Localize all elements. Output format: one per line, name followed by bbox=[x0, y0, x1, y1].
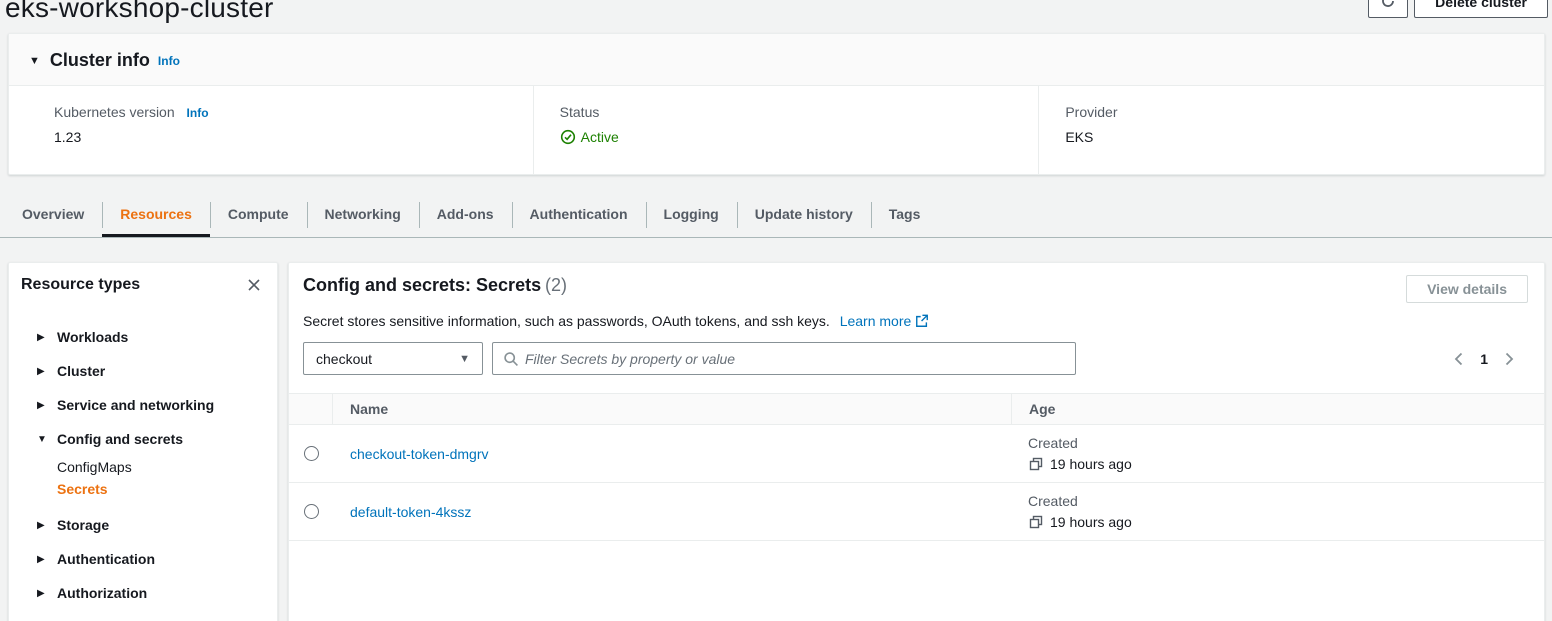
page-header: eks-workshop-cluster Delete cluster bbox=[0, 0, 1552, 30]
provider-label: Provider bbox=[1065, 104, 1504, 120]
cluster-info-title: Cluster info bbox=[50, 50, 150, 71]
filter-dropdown-value: checkout bbox=[316, 351, 372, 367]
external-link-icon bbox=[915, 314, 929, 328]
search-box bbox=[492, 342, 1076, 375]
search-input[interactable] bbox=[525, 351, 1065, 367]
row-radio-button[interactable] bbox=[304, 446, 319, 461]
secrets-panel: Config and secrets: Secrets (2) View det… bbox=[288, 262, 1545, 621]
copy-icon[interactable] bbox=[1028, 514, 1044, 530]
caret-down-icon: ▼ bbox=[37, 434, 49, 445]
secret-name-link[interactable]: checkout-token-dmgrv bbox=[350, 446, 489, 462]
caret-right-icon: ▶ bbox=[37, 520, 49, 531]
content-area: Resource types ▶ Workloads ▶ Cluster ▶ S… bbox=[8, 262, 1545, 621]
tab-authentication[interactable]: Authentication bbox=[512, 195, 646, 237]
tab-logging[interactable]: Logging bbox=[646, 195, 737, 237]
field-provider: Provider EKS bbox=[1038, 86, 1544, 174]
column-header-name: Name bbox=[333, 401, 1011, 417]
field-status: Status Active bbox=[533, 86, 1039, 174]
header-actions: Delete cluster bbox=[1368, 0, 1548, 18]
table-row: default-token-4kssz Created 19 hours ago bbox=[289, 483, 1544, 541]
cluster-info-header[interactable]: ▼ Cluster info Info bbox=[9, 34, 1544, 86]
tab-add-ons[interactable]: Add-ons bbox=[419, 195, 512, 237]
chevron-down-icon: ▼ bbox=[459, 353, 470, 365]
refresh-button[interactable] bbox=[1368, 0, 1408, 18]
age-created-label: Created bbox=[1028, 435, 1544, 451]
sidebar-item-authorization[interactable]: ▶ Authorization bbox=[21, 576, 263, 610]
panel-description: Secret stores sensitive information, suc… bbox=[303, 313, 830, 329]
age-created-label: Created bbox=[1028, 493, 1544, 509]
resource-types-title: Resource types bbox=[21, 276, 140, 294]
page-title: eks-workshop-cluster bbox=[5, 0, 1552, 30]
caret-right-icon: ▶ bbox=[37, 332, 49, 343]
tab-bar: Overview Resources Compute Networking Ad… bbox=[0, 195, 1552, 238]
secrets-table: Name Age checkout-token-dmgrv Created 19… bbox=[289, 393, 1544, 541]
collapse-triangle-icon[interactable]: ▼ bbox=[29, 55, 40, 67]
panel-count: (2) bbox=[545, 275, 567, 295]
caret-right-icon: ▶ bbox=[37, 366, 49, 377]
chevron-right-icon[interactable] bbox=[1502, 351, 1516, 367]
tab-networking[interactable]: Networking bbox=[307, 195, 419, 237]
kubernetes-version-value: 1.23 bbox=[54, 129, 493, 145]
search-icon bbox=[503, 351, 519, 367]
sidebar-item-config-and-secrets[interactable]: ▼ Config and secrets bbox=[21, 422, 263, 456]
view-details-button[interactable]: View details bbox=[1406, 275, 1528, 303]
kubernetes-version-label: Kubernetes version bbox=[54, 104, 175, 120]
cluster-info-body: Kubernetes version Info 1.23 Status Acti… bbox=[9, 86, 1544, 174]
tab-update-history[interactable]: Update history bbox=[737, 195, 871, 237]
delete-cluster-button[interactable]: Delete cluster bbox=[1414, 0, 1548, 18]
secret-name-link[interactable]: default-token-4kssz bbox=[350, 504, 471, 520]
provider-value: EKS bbox=[1065, 129, 1504, 145]
resource-types-panel: Resource types ▶ Workloads ▶ Cluster ▶ S… bbox=[8, 262, 278, 621]
caret-right-icon: ▶ bbox=[37, 588, 49, 599]
caret-right-icon: ▶ bbox=[37, 400, 49, 411]
tab-overview[interactable]: Overview bbox=[4, 195, 102, 237]
sidebar-item-cluster[interactable]: ▶ Cluster bbox=[21, 354, 263, 388]
cluster-info-card: ▼ Cluster info Info Kubernetes version I… bbox=[8, 33, 1545, 175]
pagination: 1 bbox=[1452, 351, 1516, 367]
status-badge: Active bbox=[560, 129, 619, 145]
field-kubernetes-version: Kubernetes version Info 1.23 bbox=[9, 86, 533, 174]
sidebar-item-service-and-networking[interactable]: ▶ Service and networking bbox=[21, 388, 263, 422]
sidebar-item-configmaps[interactable]: ConfigMaps bbox=[21, 456, 263, 478]
column-header-age: Age bbox=[1011, 394, 1544, 424]
table-header: Name Age bbox=[289, 393, 1544, 425]
age-value: 19 hours ago bbox=[1050, 514, 1132, 530]
caret-right-icon: ▶ bbox=[37, 554, 49, 565]
table-row: checkout-token-dmgrv Created 19 hours ag… bbox=[289, 425, 1544, 483]
tab-resources[interactable]: Resources bbox=[102, 195, 210, 237]
sidebar-item-secrets[interactable]: Secrets bbox=[21, 478, 263, 500]
sidebar-item-workloads[interactable]: ▶ Workloads bbox=[21, 320, 263, 354]
tab-tags[interactable]: Tags bbox=[871, 195, 939, 237]
status-value: Active bbox=[581, 129, 619, 145]
refresh-icon bbox=[1380, 0, 1396, 12]
age-value: 19 hours ago bbox=[1050, 456, 1132, 472]
chevron-left-icon[interactable] bbox=[1452, 351, 1466, 367]
close-icon[interactable] bbox=[245, 276, 263, 294]
kubernetes-version-info-link[interactable]: Info bbox=[187, 106, 209, 120]
resource-types-list: ▶ Workloads ▶ Cluster ▶ Service and netw… bbox=[21, 320, 263, 610]
sidebar-item-storage[interactable]: ▶ Storage bbox=[21, 508, 263, 542]
copy-icon[interactable] bbox=[1028, 456, 1044, 472]
panel-title: Config and secrets: Secrets bbox=[303, 275, 541, 295]
cluster-info-info-link[interactable]: Info bbox=[158, 54, 180, 68]
filter-dropdown[interactable]: checkout ▼ bbox=[303, 342, 483, 375]
tab-compute[interactable]: Compute bbox=[210, 195, 307, 237]
status-label: Status bbox=[560, 104, 999, 120]
row-radio-button[interactable] bbox=[304, 504, 319, 519]
selection-column-header bbox=[289, 394, 333, 424]
check-circle-icon bbox=[560, 129, 576, 145]
page-number[interactable]: 1 bbox=[1480, 351, 1488, 367]
learn-more-link[interactable]: Learn more bbox=[840, 313, 930, 329]
sidebar-item-authentication[interactable]: ▶ Authentication bbox=[21, 542, 263, 576]
